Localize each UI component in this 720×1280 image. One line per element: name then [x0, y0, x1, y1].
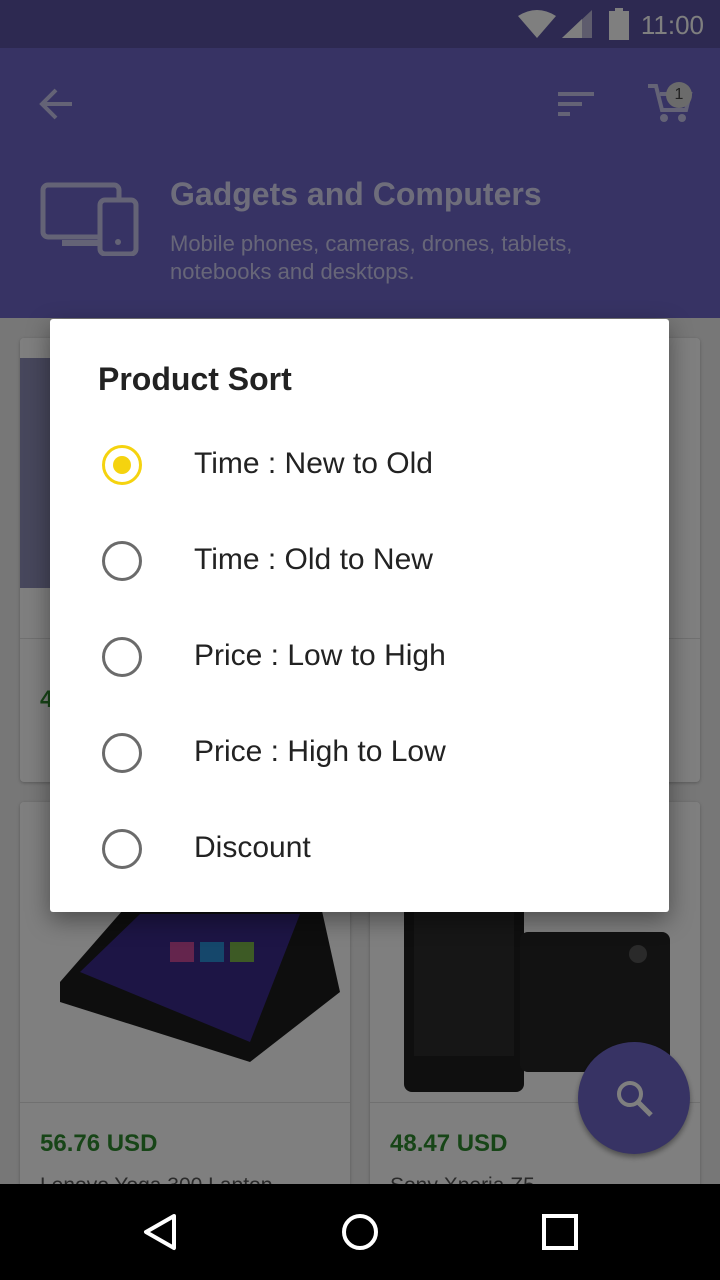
nav-home-icon[interactable]: [340, 1212, 380, 1252]
sort-option-price-low-to-high[interactable]: Price : Low to High: [50, 609, 669, 705]
radio-button[interactable]: [102, 637, 142, 677]
sort-option-label: Discount: [194, 831, 311, 864]
nav-back-icon[interactable]: [140, 1212, 180, 1252]
nav-recents-icon[interactable]: [540, 1212, 580, 1252]
sort-option-discount[interactable]: Discount: [50, 801, 669, 897]
sort-option-time-old-to-new[interactable]: Time : Old to New: [50, 513, 669, 609]
sort-option-label: Time : Old to New: [194, 543, 433, 576]
radio-button[interactable]: [102, 541, 142, 581]
sort-option-time-new-to-old[interactable]: Time : New to Old: [50, 417, 669, 513]
product-sort-dialog: Product Sort Time : New to Old Time : Ol…: [50, 319, 669, 912]
radio-button-selected[interactable]: [102, 445, 142, 485]
radio-button[interactable]: [102, 829, 142, 869]
radio-button[interactable]: [102, 733, 142, 773]
sort-option-label: Price : Low to High: [194, 639, 446, 672]
system-nav-bar: [0, 1184, 720, 1280]
dialog-title: Product Sort: [98, 361, 292, 397]
sort-option-price-high-to-low[interactable]: Price : High to Low: [50, 705, 669, 801]
sort-option-label: Price : High to Low: [194, 735, 446, 768]
sort-option-label: Time : New to Old: [194, 447, 433, 480]
